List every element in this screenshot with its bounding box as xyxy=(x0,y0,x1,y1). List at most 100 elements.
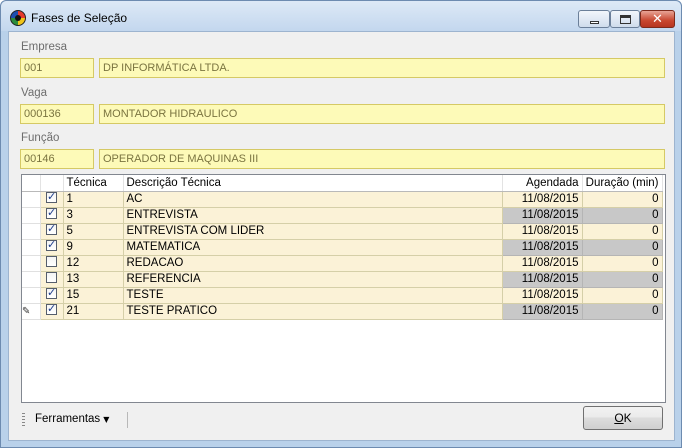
column-header-descricao[interactable]: Descrição Técnica xyxy=(123,175,503,192)
row-indicator[interactable] xyxy=(22,271,41,288)
row-indicator-header xyxy=(22,175,41,192)
cell-tecnica[interactable]: 1 xyxy=(63,191,124,208)
table-row[interactable]: 13 REFERENCIA 11/08/2015 0 xyxy=(22,271,663,288)
cell-agendada[interactable]: 11/08/2015 xyxy=(502,287,583,304)
vaga-name-field[interactable]: MONTADOR HIDRAULICO xyxy=(99,104,665,124)
cell-tecnica[interactable]: 12 xyxy=(63,255,124,272)
empresa-label: Empresa xyxy=(21,41,68,53)
cell-descricao[interactable]: AC xyxy=(123,191,503,208)
cell-descricao[interactable]: REDACAO xyxy=(123,255,503,272)
cell-descricao[interactable]: ENTREVISTA COM LIDER xyxy=(123,223,503,240)
ok-label-rest: K xyxy=(623,411,632,425)
cell-tecnica[interactable]: 15 xyxy=(63,287,124,304)
row-checkbox[interactable] xyxy=(46,238,57,252)
row-checkbox-cell xyxy=(40,190,64,208)
row-checkbox[interactable] xyxy=(46,302,57,316)
dropdown-arrow-icon: ▼ xyxy=(103,415,110,424)
window-title: Fases de Seleção xyxy=(31,11,128,25)
row-checkbox-cell xyxy=(40,286,64,304)
empresa-name-field[interactable]: DP INFORMÁTICA LTDA. xyxy=(99,58,665,78)
empresa-code-field[interactable]: 001 xyxy=(20,58,94,78)
row-indicator[interactable] xyxy=(22,223,41,240)
row-checkbox[interactable] xyxy=(46,256,57,268)
maximize-button[interactable] xyxy=(610,10,640,28)
cell-agendada[interactable]: 11/08/2015 xyxy=(502,207,583,224)
table-row[interactable]: 3ENTREVISTA11/08/20150 xyxy=(22,206,663,224)
row-checkbox[interactable] xyxy=(46,190,57,204)
cell-agendada[interactable]: 11/08/2015 xyxy=(502,303,583,320)
cell-duracao[interactable]: 0 xyxy=(582,223,663,240)
minimize-icon xyxy=(590,21,599,24)
row-checkbox-cell xyxy=(40,238,64,256)
ok-mnemonic: O xyxy=(614,411,624,425)
table-row[interactable]: ✎ 21TESTE PRATICO11/08/20150 xyxy=(22,302,663,320)
cell-descricao[interactable]: MATEMATICA xyxy=(123,239,503,256)
row-indicator[interactable] xyxy=(22,239,41,256)
row-checkbox[interactable] xyxy=(46,286,57,300)
toolbar-separator xyxy=(127,412,128,428)
ferramentas-dropdown-button[interactable]: Ferramentas ▼ xyxy=(35,413,109,425)
dialog-client-area: Empresa 001 DP INFORMÁTICA LTDA. Vaga 00… xyxy=(8,31,675,441)
row-checkbox-cell xyxy=(40,222,64,240)
tecnicas-grid[interactable]: Técnica Descrição Técnica Agendada Duraç… xyxy=(21,174,666,403)
cell-agendada[interactable]: 11/08/2015 xyxy=(502,271,583,288)
cell-duracao[interactable]: 0 xyxy=(582,303,663,320)
row-indicator[interactable] xyxy=(22,207,41,224)
column-header-tecnica[interactable]: Técnica xyxy=(63,175,124,192)
row-checkbox[interactable] xyxy=(46,272,57,284)
minimize-button[interactable] xyxy=(578,10,610,28)
toolbar-grip-icon[interactable] xyxy=(22,413,25,427)
funcao-code-field[interactable]: 00146 xyxy=(20,149,94,169)
row-checkbox[interactable] xyxy=(46,206,57,220)
cell-duracao[interactable]: 0 xyxy=(582,239,663,256)
row-checkbox-cell xyxy=(40,271,64,288)
row-indicator[interactable] xyxy=(22,255,41,272)
table-row[interactable]: 12 REDACAO 11/08/2015 0 xyxy=(22,255,663,272)
row-checkbox-cell xyxy=(40,302,64,320)
cell-duracao[interactable]: 0 xyxy=(582,287,663,304)
pencil-icon: ✎ xyxy=(22,306,31,317)
table-row[interactable]: 9MATEMATICA11/08/20150 xyxy=(22,238,663,256)
title-bar[interactable]: Fases de Seleção ✕ xyxy=(1,1,681,31)
cell-duracao[interactable]: 0 xyxy=(582,271,663,288)
grid-header-row: Técnica Descrição Técnica Agendada Duraç… xyxy=(22,175,663,192)
cell-descricao[interactable]: TESTE xyxy=(123,287,503,304)
row-indicator[interactable]: ✎ xyxy=(22,303,41,320)
cell-tecnica[interactable]: 3 xyxy=(63,207,124,224)
close-button[interactable]: ✕ xyxy=(640,10,675,28)
cell-tecnica[interactable]: 21 xyxy=(63,303,124,320)
row-checkbox-cell xyxy=(40,206,64,224)
checkbox-header[interactable] xyxy=(40,175,64,192)
cell-tecnica[interactable]: 5 xyxy=(63,223,124,240)
cell-tecnica[interactable]: 9 xyxy=(63,239,124,256)
cell-descricao[interactable]: TESTE PRATICO xyxy=(123,303,503,320)
cell-descricao[interactable]: REFERENCIA xyxy=(123,271,503,288)
funcao-name-field[interactable]: OPERADOR DE MAQUINAS III xyxy=(99,149,665,169)
row-indicator[interactable] xyxy=(22,287,41,304)
ferramentas-label: Ferramentas xyxy=(35,413,101,425)
table-row[interactable]: 15TESTE11/08/20150 xyxy=(22,286,663,304)
row-indicator[interactable] xyxy=(22,191,41,208)
funcao-label: Função xyxy=(21,132,60,144)
cell-duracao[interactable]: 0 xyxy=(582,255,663,272)
ok-button[interactable]: OK xyxy=(583,406,663,430)
app-icon xyxy=(10,10,26,26)
table-row[interactable]: 1AC11/08/20150 xyxy=(22,190,663,208)
column-header-duracao[interactable]: Duração (min) xyxy=(582,175,663,192)
cell-tecnica[interactable]: 13 xyxy=(63,271,124,288)
cell-agendada[interactable]: 11/08/2015 xyxy=(502,239,583,256)
table-row[interactable]: 5ENTREVISTA COM LIDER11/08/20150 xyxy=(22,222,663,240)
tecnicas-table: Técnica Descrição Técnica Agendada Duraç… xyxy=(22,175,663,320)
cell-agendada[interactable]: 11/08/2015 xyxy=(502,223,583,240)
grid-body: 1AC11/08/201503ENTREVISTA11/08/201505ENT… xyxy=(22,190,663,320)
cell-duracao[interactable]: 0 xyxy=(582,207,663,224)
column-header-agendada[interactable]: Agendada xyxy=(502,175,583,192)
vaga-code-field[interactable]: 000136 xyxy=(20,104,94,124)
cell-agendada[interactable]: 11/08/2015 xyxy=(502,191,583,208)
maximize-icon xyxy=(620,15,631,24)
cell-duracao[interactable]: 0 xyxy=(582,191,663,208)
cell-agendada[interactable]: 11/08/2015 xyxy=(502,255,583,272)
vaga-label: Vaga xyxy=(21,87,48,99)
cell-descricao[interactable]: ENTREVISTA xyxy=(123,207,503,224)
row-checkbox[interactable] xyxy=(46,222,57,236)
